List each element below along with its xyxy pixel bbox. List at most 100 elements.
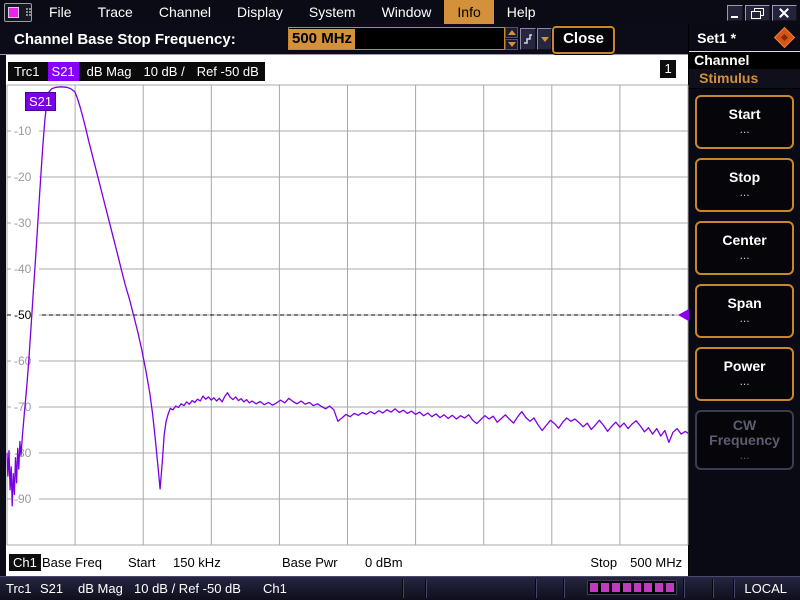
softkey-center-dots: ... bbox=[739, 248, 750, 262]
step-size-button[interactable] bbox=[520, 28, 536, 50]
window-controls bbox=[727, 5, 797, 21]
svg-text:-30: -30 bbox=[14, 216, 32, 230]
instrument-screen-icon bbox=[8, 7, 19, 18]
trace-format: dB Mag bbox=[86, 64, 132, 79]
status-separator bbox=[712, 579, 714, 598]
chevron-down-icon bbox=[541, 36, 549, 42]
softkey-power-label: Power bbox=[723, 358, 766, 374]
softkey-power[interactable]: Power ... bbox=[695, 347, 794, 401]
trace-header[interactable]: Trc1 S21 dB Mag 10 dB / Ref -50 dB bbox=[8, 62, 265, 81]
softkey-center-label: Center bbox=[722, 232, 767, 248]
entry-bar: Channel Base Stop Frequency: 500 MHz Clo… bbox=[0, 24, 689, 55]
svg-text:-10: -10 bbox=[14, 124, 32, 138]
status-separator bbox=[563, 579, 565, 598]
close-entry-button[interactable]: Close bbox=[552, 26, 615, 54]
softkey-cw-frequency-label: CW Frequency bbox=[709, 417, 780, 448]
menu-item-display[interactable]: Display bbox=[224, 0, 296, 24]
softkey-submenu-title: Stimulus bbox=[689, 69, 800, 89]
sweep-type-label: Base Freq bbox=[42, 555, 102, 570]
menu-item-system[interactable]: System bbox=[296, 0, 369, 24]
softkey-cw-frequency: CW Frequency ... bbox=[695, 410, 794, 470]
close-window-button[interactable] bbox=[772, 5, 797, 21]
status-separator bbox=[425, 579, 427, 598]
session-name: Set1 * bbox=[697, 29, 737, 46]
stop-frequency-value: 500 MHz bbox=[289, 28, 356, 49]
arrow-up-icon bbox=[507, 30, 516, 35]
trace-scale: 10 dB / bbox=[143, 64, 185, 79]
stop-label: Stop bbox=[590, 555, 618, 570]
spinner-down-button[interactable] bbox=[505, 39, 518, 50]
softkey-cw-frequency-dots: ... bbox=[739, 448, 750, 462]
diagram-area: -10 -20 -30 -40 -50 -60 -70 -80 -90 Trc1 S21 dB … bbox=[0, 55, 689, 576]
restore-icon-front bbox=[751, 11, 761, 19]
minimize-button[interactable] bbox=[727, 5, 743, 21]
base-power-label: Base Pwr bbox=[282, 555, 338, 570]
menu-item-help[interactable]: Help bbox=[494, 0, 549, 24]
arrow-down-icon bbox=[507, 42, 516, 47]
softkey-center[interactable]: Center ... bbox=[695, 221, 794, 275]
softkey-stop[interactable]: Stop ... bbox=[695, 158, 794, 212]
softkey-stop-dots: ... bbox=[739, 185, 750, 199]
softkey-start[interactable]: Start ... bbox=[695, 95, 794, 149]
svg-text:-70: -70 bbox=[14, 400, 32, 414]
instrument-icon[interactable] bbox=[4, 3, 32, 22]
menu-item-info[interactable]: Info bbox=[444, 0, 494, 24]
softkey-stop-label: Stop bbox=[729, 169, 761, 185]
stop-frequency-input[interactable]: 500 MHz bbox=[288, 27, 505, 50]
menu-item-trace[interactable]: Trace bbox=[85, 0, 146, 24]
trace-parameter-chip: S21 bbox=[47, 62, 79, 81]
status-separator bbox=[402, 579, 404, 598]
channel-footer: Ch1 Base Freq Start 150 kHz Base Pwr 0 d… bbox=[6, 554, 688, 572]
status-separator bbox=[535, 579, 537, 598]
start-value: 150 kHz bbox=[173, 555, 221, 570]
start-label: Start bbox=[128, 555, 156, 570]
status-scale-ref: 10 dB / Ref -50 dB bbox=[134, 581, 241, 596]
sweep-progress-indicator bbox=[587, 580, 677, 595]
stop-frequency-footer: Stop 500 MHz bbox=[590, 555, 682, 570]
instrument-keys-icon bbox=[26, 8, 28, 10]
svg-text:-80: -80 bbox=[14, 446, 32, 460]
status-remote-mode: LOCAL bbox=[744, 581, 787, 596]
status-trace: Trc1 bbox=[6, 581, 32, 596]
softkey-span-dots: ... bbox=[739, 311, 750, 325]
softkey-start-dots: ... bbox=[739, 122, 750, 136]
channel-badge: Ch1 bbox=[9, 554, 41, 571]
svg-text:-40: -40 bbox=[14, 262, 32, 276]
status-separator bbox=[733, 579, 735, 598]
status-separator bbox=[683, 579, 685, 598]
menu-item-window[interactable]: Window bbox=[369, 0, 445, 24]
entry-label: Channel Base Stop Frequency: bbox=[14, 31, 236, 48]
trace-reference: Ref -50 dB bbox=[196, 64, 259, 79]
stop-value: 500 MHz bbox=[630, 555, 683, 570]
status-channel: Ch1 bbox=[263, 581, 287, 596]
restore-button[interactable] bbox=[745, 5, 770, 21]
menu-item-channel[interactable]: Channel bbox=[146, 0, 224, 24]
vna-application-window: File Trace Channel Display System Window… bbox=[0, 0, 800, 600]
session-row: Set1 * bbox=[689, 24, 800, 51]
svg-text:-90: -90 bbox=[14, 492, 32, 506]
value-spinner bbox=[505, 27, 518, 50]
base-power-value: 0 dBm bbox=[365, 555, 403, 570]
softkey-start-label: Start bbox=[728, 106, 761, 122]
menu-bar: File Trace Channel Display System Window… bbox=[0, 0, 800, 24]
status-parameter: S21 bbox=[40, 581, 64, 596]
softkey-buttons: Start ... Stop ... Center ... Span ... P… bbox=[689, 89, 800, 576]
status-format: dB Mag bbox=[78, 581, 123, 596]
menu-item-file[interactable]: File bbox=[36, 0, 85, 24]
svg-text:-50: -50 bbox=[14, 308, 32, 322]
s21-plot: -10-20-30-40-50-60-70-80-90 bbox=[6, 84, 689, 546]
softkey-power-dots: ... bbox=[739, 374, 750, 388]
rohde-schwarz-logo bbox=[773, 26, 796, 49]
softkey-menu-title: Channel bbox=[689, 51, 800, 69]
spinner-up-button[interactable] bbox=[505, 27, 518, 38]
diagram-number-badge: 1 bbox=[660, 60, 677, 78]
softkey-span[interactable]: Span ... bbox=[695, 284, 794, 338]
unit-dropdown-button[interactable] bbox=[537, 28, 553, 50]
minimize-icon bbox=[731, 16, 738, 18]
softkey-span-label: Span bbox=[727, 295, 762, 311]
trace-name: Trc1 bbox=[14, 64, 40, 79]
svg-text:-20: -20 bbox=[14, 170, 32, 184]
softkey-sidebar: Set1 * Channel Stimulus Start ... Stop .… bbox=[688, 24, 800, 576]
trace-label-chip: S21 bbox=[25, 92, 57, 111]
step-icon bbox=[524, 34, 532, 44]
